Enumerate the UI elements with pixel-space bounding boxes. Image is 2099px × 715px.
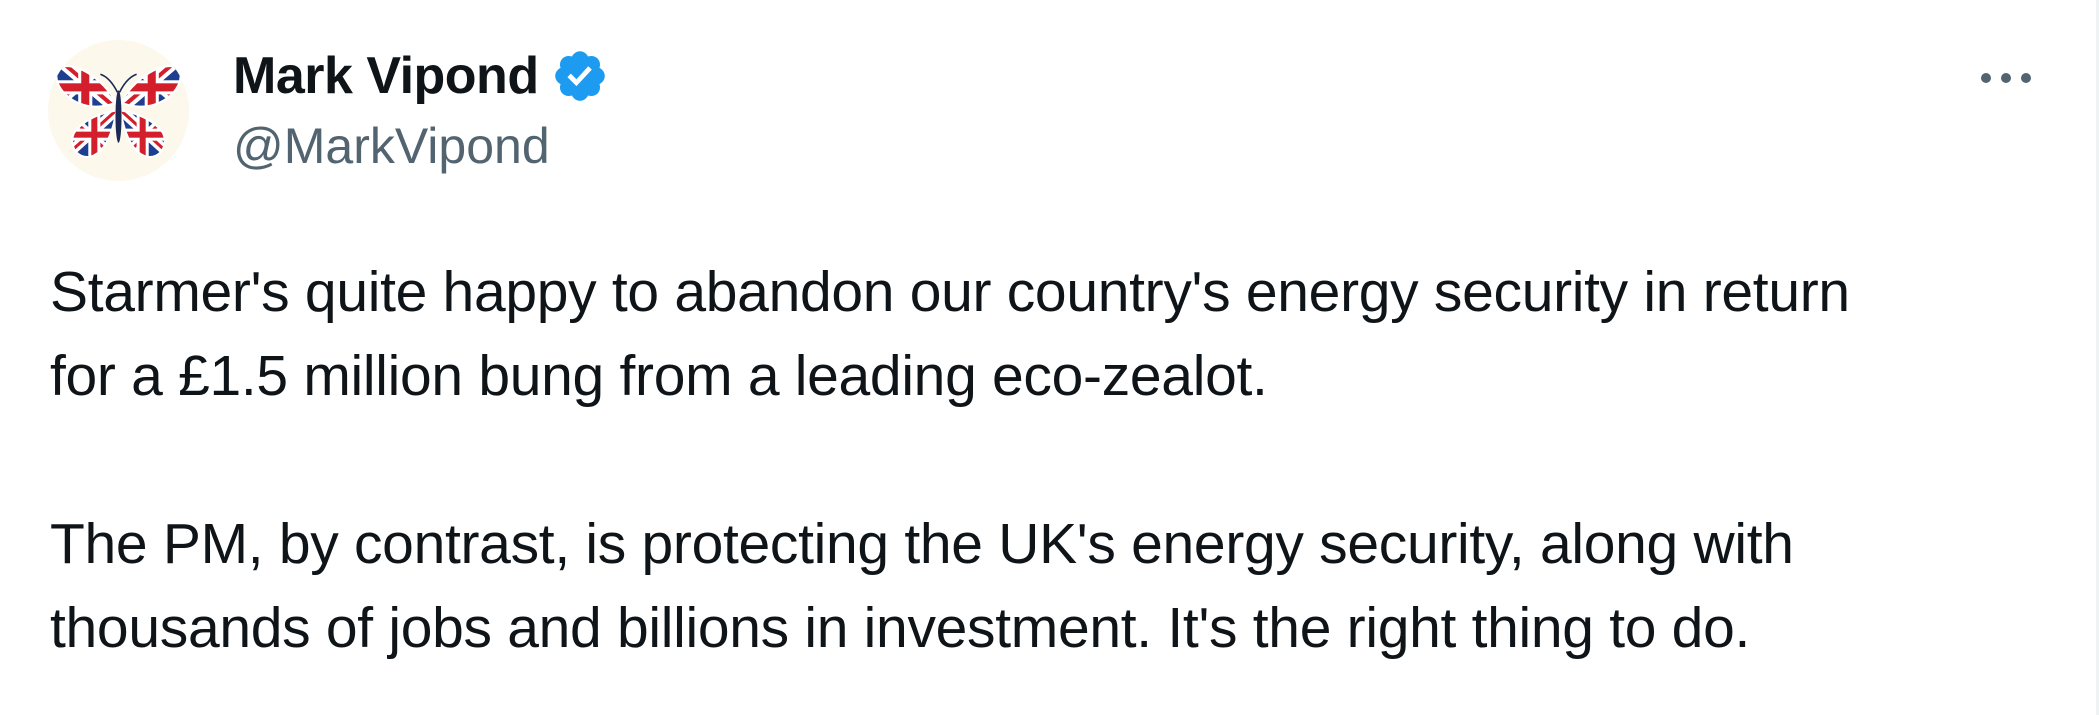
avatar[interactable] xyxy=(48,40,189,181)
tweet-text-line: thousands of jobs and billions in invest… xyxy=(50,596,1751,660)
union-jack-butterfly-icon xyxy=(55,65,182,158)
tweet-paragraph: The PM, by contrast, is protecting the U… xyxy=(50,502,2050,670)
more-options-button[interactable] xyxy=(1970,42,2042,114)
author-handle[interactable]: @MarkVipond xyxy=(233,114,550,178)
tweet-card: Mark Vipond @MarkVipond Starmer's quite … xyxy=(0,0,2099,715)
more-options-icon xyxy=(1981,73,2031,83)
tweet-text-line: The PM, by contrast, is protecting the U… xyxy=(50,512,1794,576)
verified-badge-icon[interactable] xyxy=(551,47,609,105)
tweet-text: Starmer's quite happy to abandon our cou… xyxy=(50,250,2050,670)
author-name-row[interactable]: Mark Vipond xyxy=(233,44,609,108)
tweet-text-line: for a £1.5 million bung from a leading e… xyxy=(50,344,1268,408)
author-name[interactable]: Mark Vipond xyxy=(233,46,539,106)
tweet-text-line: Starmer's quite happy to abandon our cou… xyxy=(50,260,1850,324)
tweet-paragraph: Starmer's quite happy to abandon our cou… xyxy=(50,250,2050,418)
